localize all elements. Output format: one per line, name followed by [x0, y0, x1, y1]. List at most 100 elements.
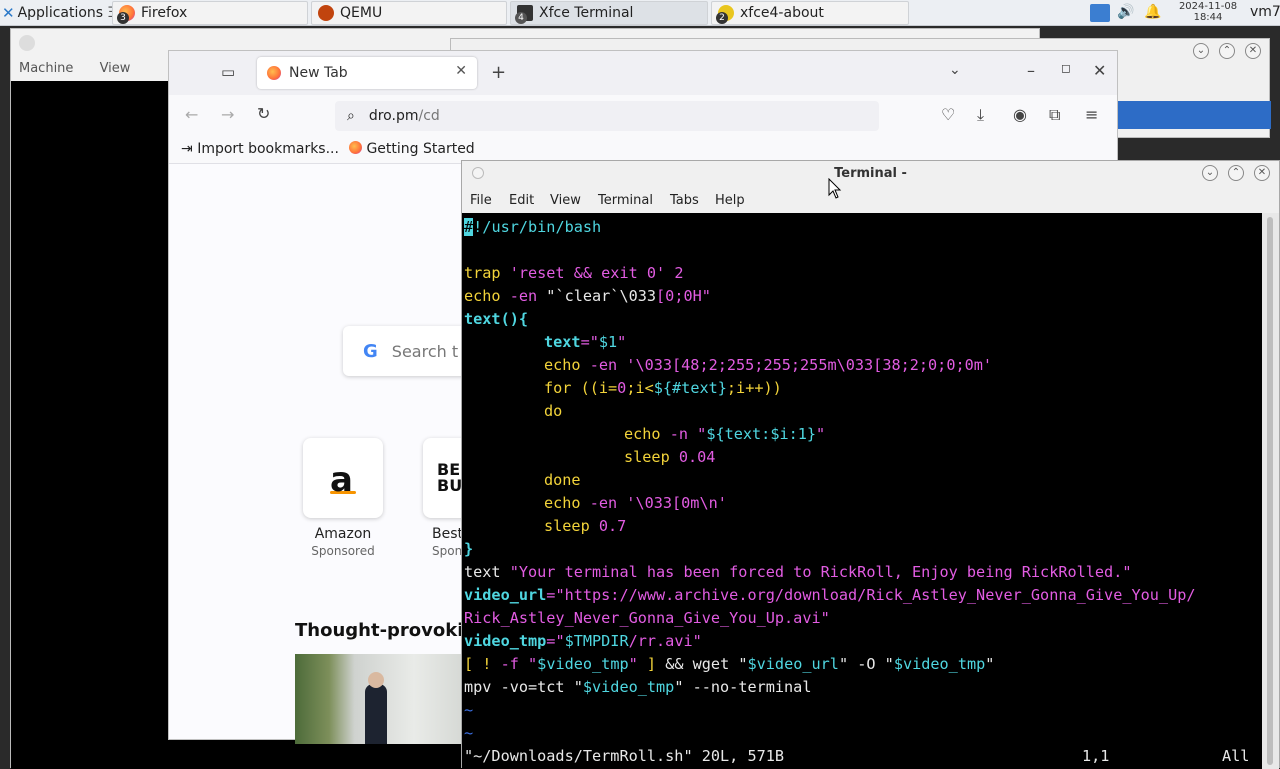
taskbar-qemu[interactable]: QEMU: [311, 1, 507, 25]
search-placeholder: Search t: [391, 341, 459, 361]
bestbuy-logo-icon: BE BU: [437, 460, 463, 495]
terminal-window: Terminal - ⌄ ⌃ ✕ File Edit View Terminal…: [461, 160, 1280, 769]
section-heading: Thought-provokin: [295, 620, 477, 641]
taskbar-xfce4-about[interactable]: 2 xfce4-about: [711, 1, 909, 25]
menu-file[interactable]: File: [470, 193, 492, 208]
new-tab-plus-icon[interactable]: +: [491, 62, 506, 83]
qemu-window-dot-icon: [19, 35, 35, 51]
clock[interactable]: 2024-11-08 18:44: [1172, 1, 1244, 23]
code-line: text "Your terminal has been forced to R…: [464, 563, 1132, 581]
code-line: Rick_Astley_Never_Gonna_Give_You_Up.avi": [464, 609, 830, 627]
amazon-logo-icon: a: [330, 463, 356, 497]
text-cursor: #: [464, 218, 474, 236]
qemu-menu-machine[interactable]: Machine: [19, 61, 73, 76]
code-line: done: [544, 471, 581, 489]
code-line: }: [464, 540, 474, 558]
code-line: mpv -vo=tct "$video_tmp" --no-terminal: [464, 678, 812, 696]
close-icon[interactable]: ✕: [1245, 43, 1261, 59]
bookmark-getting-started[interactable]: Getting Started: [349, 141, 475, 157]
qemu-menu-view[interactable]: View: [100, 61, 131, 76]
tab-new-tab[interactable]: New Tab ✕: [257, 57, 477, 89]
close-icon[interactable]: ✕: [1254, 165, 1270, 181]
nav-bar: ← → ↻ ⌕ dro.pm/cd ♡ ⤓ ◉ ⧉ ≡: [169, 95, 1117, 137]
terminal-menubar: File Edit View Terminal Tabs Help: [462, 189, 1279, 213]
pocket-icon[interactable]: ♡: [941, 105, 955, 124]
code-line: [ ! -f "$video_tmp" ] && wget "$video_ur…: [464, 655, 995, 673]
code-line: echo -en '\033[48;2;255;255;255m\033[38;…: [544, 356, 993, 374]
code-line: #!/usr/bin/bash: [464, 218, 602, 236]
vim-status-position: 1,1: [1082, 747, 1110, 765]
tile-sponsored: Sponsored: [311, 544, 375, 558]
empty-line-tilde: ~: [464, 701, 474, 719]
vim-status-all: All: [1222, 747, 1250, 765]
app-menu-icon[interactable]: ≡: [1085, 105, 1098, 124]
user-label[interactable]: vm7: [1250, 4, 1280, 20]
clock-date: 2024-11-08: [1178, 1, 1238, 12]
close-icon[interactable]: ✕: [1093, 61, 1106, 80]
mouse-pointer-icon: [828, 178, 842, 199]
code-line: echo -n "${text:$i:1}": [624, 425, 826, 443]
clock-time: 18:44: [1193, 12, 1223, 23]
google-g-icon: G: [363, 340, 378, 362]
url-bar[interactable]: ⌕ dro.pm/cd: [335, 101, 879, 131]
code-line: echo -en '\033[0m\n': [544, 494, 727, 512]
minimize-icon[interactable]: ⌄: [1202, 165, 1218, 181]
menu-help[interactable]: Help: [715, 193, 745, 208]
taskbar-xfce-terminal[interactable]: 4 Xfce Terminal: [510, 1, 708, 25]
terminal-scrollbar[interactable]: [1262, 213, 1279, 769]
story-image[interactable]: [295, 654, 465, 744]
xfce-about-icon: 2: [716, 5, 734, 24]
top-panel: ✕ Applications Ξ 3 Firefox QEMU 4 Xfce T…: [0, 0, 1280, 26]
xfce-logo-icon: ✕: [2, 4, 15, 22]
scrollbar-thumb[interactable]: [1267, 217, 1273, 765]
tile-amazon[interactable]: a: [303, 438, 383, 518]
code-line: video_url="https://www.archive.org/downl…: [464, 586, 1196, 604]
code-line: echo -en "`clear`\033[0;0H": [464, 287, 711, 305]
volume-icon[interactable]: 🔊: [1117, 4, 1134, 20]
list-tabs-chevron-icon[interactable]: ⌄: [949, 62, 961, 78]
reload-icon[interactable]: ↻: [257, 104, 270, 123]
url-host: dro.pm: [368, 108, 419, 124]
firefox-icon: 3: [117, 5, 135, 24]
menu-terminal[interactable]: Terminal: [598, 193, 653, 208]
downloads-icon[interactable]: ⤓: [977, 105, 984, 125]
menu-view[interactable]: View: [550, 193, 581, 208]
import-icon: ⇥: [181, 141, 193, 157]
close-tab-icon[interactable]: ✕: [455, 63, 467, 79]
terminal-viewport[interactable]: #!/usr/bin/bash trap 'reset && exit 0' 2…: [462, 213, 1262, 769]
tab-title: New Tab: [289, 65, 348, 81]
taskbar-label: Xfce Terminal: [539, 5, 634, 21]
maximize-icon[interactable]: ⌃: [1228, 165, 1244, 181]
code-line: for ((i=0;i<${#text};i++)): [544, 379, 782, 397]
menu-tabs[interactable]: Tabs: [670, 193, 699, 208]
applications-menu[interactable]: ✕ Applications Ξ: [2, 2, 116, 24]
menu-edit[interactable]: Edit: [509, 193, 534, 208]
firefox-bookmark-icon: [349, 141, 362, 154]
taskbar-label: Firefox: [141, 5, 188, 21]
account-icon[interactable]: ◉: [1013, 105, 1027, 124]
code-line: sleep 0.7: [544, 517, 627, 535]
maximize-icon[interactable]: ⌃: [1219, 43, 1235, 59]
forward-arrow-icon[interactable]: →: [221, 105, 234, 124]
bookmark-import[interactable]: ⇥ Import bookmarks...: [181, 141, 339, 157]
tile-label: Amazon: [314, 526, 372, 542]
extensions-icon[interactable]: ⧉: [1049, 105, 1060, 125]
tab-overview-icon[interactable]: ▭: [221, 63, 235, 81]
empty-line-tilde: ~: [464, 724, 474, 742]
window-menu-dot-icon[interactable]: [472, 167, 484, 179]
code-line: text(){: [464, 310, 529, 328]
code-line: do: [544, 402, 563, 420]
terminal-title[interactable]: Terminal -: [462, 161, 1279, 187]
minimize-icon[interactable]: ⌄: [1193, 43, 1209, 59]
code-line: text="$1": [544, 333, 627, 351]
minimize-icon[interactable]: –: [1027, 61, 1035, 80]
back-arrow-icon[interactable]: ←: [185, 105, 198, 124]
taskbar-label: xfce4-about: [740, 5, 824, 21]
taskbar-firefox[interactable]: 3 Firefox: [112, 1, 308, 25]
notification-bell-icon[interactable]: 🔔: [1144, 4, 1161, 20]
terminal-icon: 4: [515, 5, 533, 24]
taskbar-label: QEMU: [340, 5, 383, 21]
maximize-icon[interactable]: ◻: [1061, 61, 1071, 75]
network-icon[interactable]: [1090, 4, 1110, 22]
search-icon: ⌕: [347, 108, 355, 124]
